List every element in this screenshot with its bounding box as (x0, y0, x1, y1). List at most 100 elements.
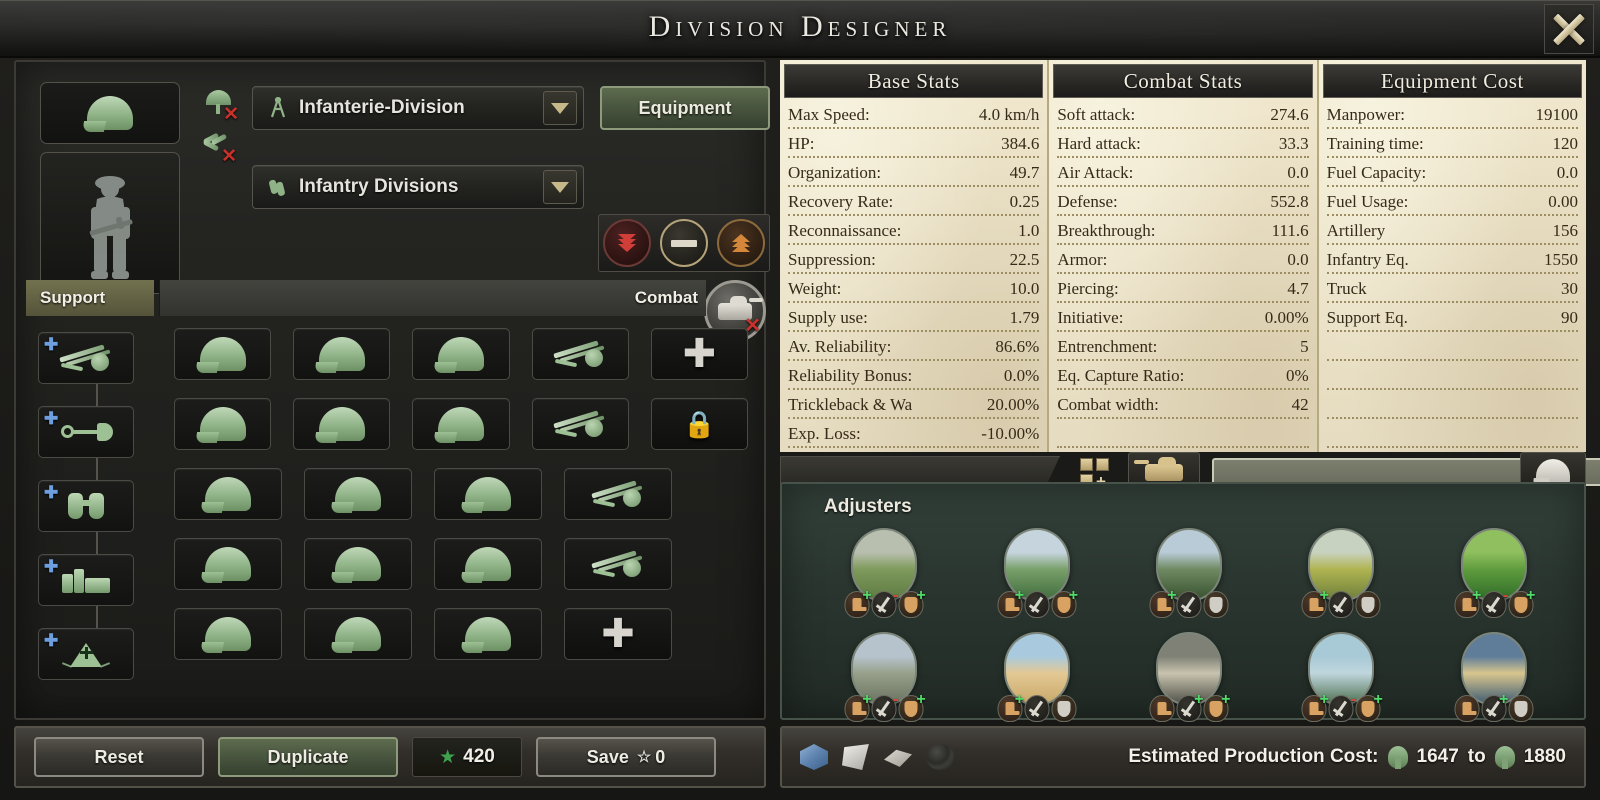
sword-icon (1335, 700, 1348, 717)
boot-icon (1157, 702, 1172, 715)
helmet-icon (199, 337, 246, 371)
battalion-infantry[interactable] (434, 538, 542, 590)
battalion-artillery[interactable] (564, 468, 672, 520)
modifier-badge-shield: + (1203, 691, 1231, 722)
tab-combat[interactable]: Combat (570, 280, 706, 316)
priority-high-button[interactable] (716, 219, 765, 267)
modifier-badge-sword (1328, 591, 1354, 618)
production-cost-min: 1647 (1416, 746, 1459, 767)
reset-button[interactable]: Reset (34, 737, 204, 777)
save-cost-star-icon: ☆ (636, 749, 652, 766)
division-portrait[interactable] (40, 152, 180, 294)
modifier-badge-sword: - (871, 692, 899, 722)
chevron-down-icon[interactable] (543, 170, 577, 204)
production-cost-separator: to (1467, 746, 1486, 767)
duplicate-button[interactable]: Duplicate (218, 737, 398, 777)
support-slot-field-hospital[interactable]: ✚ (38, 628, 134, 680)
battalion-infantry[interactable] (174, 328, 272, 380)
stat-row: Truck 30 (1326, 274, 1578, 303)
equipment-button[interactable]: Equipment (600, 86, 770, 130)
battalion-infantry[interactable] (174, 398, 272, 450)
helmet-icon (205, 547, 251, 581)
battalion-infantry[interactable] (304, 608, 412, 660)
stat-row: Defense: 552.8 (1057, 187, 1309, 216)
modifier-badge-boot: + (844, 588, 872, 618)
battalion-infantry[interactable] (434, 468, 542, 520)
priority-normal-button[interactable] (659, 219, 708, 267)
combat-grid: ✚ 🔒 ✚ (174, 328, 749, 678)
battalion-infantry[interactable] (304, 538, 412, 590)
paratrooper-disabled-mark: ✕ (223, 104, 239, 125)
modifier-sign: + (1014, 587, 1025, 604)
battalion-artillery[interactable] (531, 398, 629, 450)
terrain-adjuster-river[interactable]: + - + (1265, 632, 1417, 722)
division-category-dropdown[interactable]: Infantry Divisions (252, 165, 584, 209)
production-priority-group (598, 214, 770, 272)
locked-battalion-slot[interactable]: 🔒 (650, 398, 749, 450)
support-slot-logistics[interactable]: ✚ (38, 554, 134, 606)
terrain-adjuster-amphibious[interactable]: + (1418, 632, 1570, 722)
terrain-adjuster-hills[interactable]: + + (960, 528, 1112, 618)
modifier-sign: + (1221, 691, 1231, 708)
battalion-infantry[interactable] (293, 328, 391, 380)
support-slot-recon[interactable]: ✚ (38, 480, 134, 532)
tab-support[interactable]: Support (26, 280, 154, 316)
template-name-dropdown[interactable]: Infanterie-Division (252, 86, 584, 130)
rubber-icon (926, 744, 954, 770)
paratrooper-toggle[interactable]: ✕ (204, 88, 239, 125)
sword-icon (1030, 700, 1043, 717)
modifier-badge-shield (1508, 695, 1534, 722)
battalion-infantry[interactable] (412, 398, 510, 450)
battalion-infantry[interactable] (174, 468, 282, 520)
division-icon-button[interactable] (40, 82, 180, 144)
production-cost-readout: Estimated Production Cost: 1647 to 1880 (1128, 746, 1566, 769)
terrain-adjuster-plains[interactable]: + - + (808, 528, 960, 618)
terrain-adjuster-mountain[interactable]: + (1113, 528, 1265, 618)
stat-row: Soft attack: 274.6 (1057, 100, 1309, 129)
modifier-badge-shield: + (1051, 588, 1078, 618)
tank-icon (1134, 456, 1183, 481)
stat-row (1326, 390, 1578, 419)
battalion-infantry[interactable] (412, 328, 510, 380)
sword-icon (1030, 596, 1043, 613)
stat-row (1326, 361, 1578, 390)
battalion-infantry[interactable] (434, 608, 542, 660)
terrain-adjuster-marsh[interactable]: + (1265, 528, 1417, 618)
terrain-adjuster-desert[interactable]: + (960, 632, 1112, 722)
battalion-infantry[interactable] (174, 608, 282, 660)
battalion-infantry[interactable] (293, 398, 391, 450)
stat-row: Manpower: 19100 (1326, 100, 1578, 129)
add-battalion-button[interactable]: ✚ (564, 608, 672, 660)
stat-row: Support Eq. 90 (1326, 303, 1578, 332)
helmet-icon (318, 337, 365, 371)
stat-row: Breakthrough: 111.6 (1057, 216, 1309, 245)
modifier-badge-boot: + (997, 692, 1024, 722)
terrain-adjuster-fort[interactable]: + + (1113, 632, 1265, 722)
terrain-modifier-badges: + + (1149, 691, 1231, 722)
battalion-artillery[interactable] (531, 328, 629, 380)
production-cost-icon (1494, 746, 1515, 769)
support-slot-engineer[interactable]: ✚ (38, 406, 134, 458)
add-badge: ✚ (44, 557, 59, 576)
helmet-icon (335, 477, 381, 511)
modifier-badge-boot: + (997, 587, 1025, 618)
battalion-infantry[interactable] (304, 468, 412, 520)
modifier-badge-boot (1454, 695, 1480, 722)
modifier-sign: + (1194, 691, 1204, 708)
battalion-artillery[interactable] (564, 538, 672, 590)
chevron-down-icon[interactable] (543, 91, 577, 125)
boot-icon (852, 702, 867, 715)
battalion-infantry[interactable] (174, 538, 282, 590)
priority-low-button[interactable] (603, 219, 652, 267)
save-button[interactable]: Save ☆ 0 (536, 737, 716, 777)
marine-toggle[interactable]: ✕ (202, 130, 237, 166)
plus-icon: ✚ (601, 612, 635, 656)
add-battalion-button[interactable]: ✚ (650, 328, 749, 380)
close-icon[interactable] (1544, 4, 1594, 54)
add-badge: ✚ (44, 409, 59, 428)
terrain-adjuster-urban[interactable]: + - + (808, 632, 960, 722)
boot-icon (1462, 702, 1477, 715)
terrain-adjuster-forest[interactable]: + - + (1418, 528, 1570, 618)
stats-panels: Base Stats Max Speed: 4.0 km/h HP: 384.6 O… (780, 60, 1586, 452)
support-slot-artillery[interactable]: ✚ (38, 332, 134, 384)
